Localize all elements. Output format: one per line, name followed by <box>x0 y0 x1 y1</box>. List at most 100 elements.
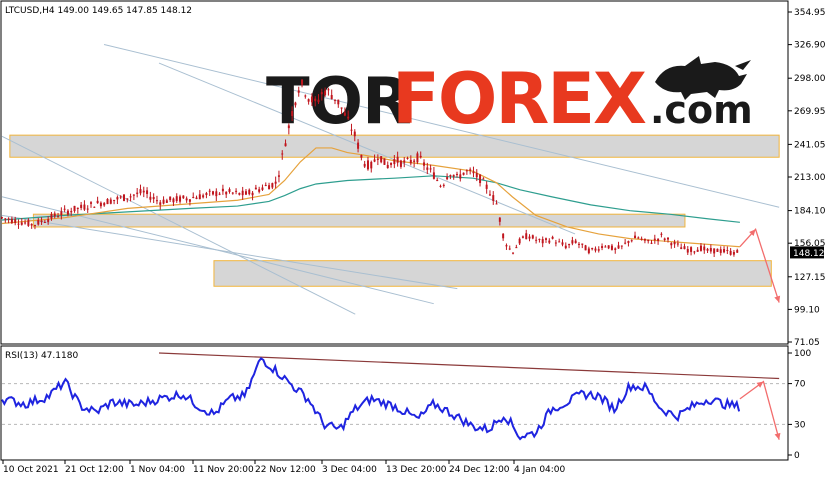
candle-body <box>528 236 531 239</box>
candle-body <box>139 189 142 194</box>
y-tick-label: 71.05 <box>794 338 820 348</box>
candle-body <box>284 143 287 147</box>
candle-body <box>340 107 343 109</box>
candle-body <box>488 194 491 196</box>
candle-body <box>185 198 188 201</box>
candle-body <box>515 247 518 249</box>
candle-body <box>406 157 409 159</box>
candle-body <box>709 248 712 252</box>
candle-body <box>258 189 261 192</box>
candle-body <box>119 196 122 198</box>
candle-body <box>479 174 482 184</box>
x-tick-label: 24 Dec 12:00 <box>449 465 510 475</box>
candle-body <box>663 238 666 241</box>
candle-body <box>198 194 201 200</box>
candle-body <box>291 111 294 117</box>
candle-body <box>624 242 627 244</box>
candle-body <box>610 245 613 250</box>
candle-body <box>238 192 241 195</box>
candle-body <box>254 187 257 190</box>
candle-body <box>149 196 152 200</box>
candle-body <box>310 96 313 103</box>
candle-body <box>363 163 366 167</box>
candle-body <box>380 156 383 163</box>
candle-body <box>165 200 168 203</box>
candle-body <box>551 236 554 239</box>
candle-body <box>657 238 660 242</box>
candle-body <box>594 248 597 251</box>
candle-body <box>376 158 379 160</box>
candle-body <box>343 112 346 116</box>
candle-body <box>169 196 172 201</box>
candle-body <box>317 99 320 103</box>
candle-body <box>90 202 93 204</box>
candle-body <box>399 160 402 167</box>
candle-body <box>307 99 310 102</box>
candle-body <box>225 191 228 195</box>
candle-body <box>251 192 254 196</box>
candle-body <box>508 248 511 250</box>
candle-body <box>76 207 79 209</box>
candle-body <box>63 208 66 210</box>
candle-body <box>20 222 23 225</box>
y-tick-label: 127.15 <box>794 273 826 283</box>
x-tick-label: 1 Nov 04:00 <box>130 465 185 475</box>
candle-body <box>37 219 40 225</box>
y-tick-label: 269.95 <box>794 107 826 117</box>
candle-body <box>4 218 7 220</box>
candle-body <box>627 241 630 243</box>
candle-body <box>241 190 244 196</box>
y-tick-label: 184.10 <box>794 207 826 217</box>
rsi-tick-label: 0 <box>794 451 800 461</box>
candle-body <box>703 246 706 251</box>
candle-body <box>686 249 689 253</box>
candle-body <box>261 187 264 190</box>
x-tick-label: 4 Jan 04:00 <box>514 465 566 475</box>
candle-body <box>27 220 30 226</box>
candle-body <box>518 238 521 244</box>
symbol-header: LTCUSD,H4 149.00 149.65 147.85 148.12 <box>5 6 192 16</box>
candle-body <box>409 159 412 164</box>
candle-body <box>581 243 584 245</box>
rsi-header: RSI(13) 47.1180 <box>5 351 78 361</box>
candle-body <box>545 238 548 240</box>
rsi-tick-label: 70 <box>794 380 806 390</box>
candle-body <box>673 242 676 245</box>
candle-body <box>630 240 633 242</box>
candle-body <box>113 199 116 201</box>
candle-body <box>208 190 211 192</box>
candle-body <box>597 249 600 251</box>
candle-body <box>587 248 590 254</box>
candle-body <box>347 116 350 119</box>
candle-body <box>472 171 475 174</box>
candle-body <box>452 174 455 177</box>
candle-body <box>205 193 208 196</box>
time-x-axis: 10 Oct 2021 21 Oct 12:00 1 Nov 04:00 11 Nov… <box>2 460 566 475</box>
candle-body <box>696 249 699 252</box>
candle-body <box>287 125 290 129</box>
candle-body <box>357 142 360 149</box>
candle-body <box>231 192 234 194</box>
candle-body <box>350 129 353 131</box>
candle-body <box>175 196 178 201</box>
candle-body <box>617 245 620 249</box>
candle-body <box>60 211 63 215</box>
candle-body <box>57 216 60 218</box>
candle-body <box>571 240 574 244</box>
candle-body <box>99 202 102 207</box>
candle-body <box>442 184 445 186</box>
y-tick-label: 99.10 <box>794 305 820 315</box>
candle-body <box>14 219 17 224</box>
price-pane[interactable] <box>0 0 789 345</box>
candle-body <box>502 233 505 239</box>
candle-body <box>264 185 267 187</box>
candle-body <box>73 205 76 212</box>
candle-body <box>416 153 419 163</box>
candle-body <box>360 155 363 158</box>
candle-body <box>43 221 46 223</box>
candle-body <box>333 99 336 101</box>
candle-body <box>301 79 304 85</box>
candle-body <box>337 99 340 105</box>
candle-body <box>10 218 13 223</box>
candle-body <box>324 90 327 96</box>
